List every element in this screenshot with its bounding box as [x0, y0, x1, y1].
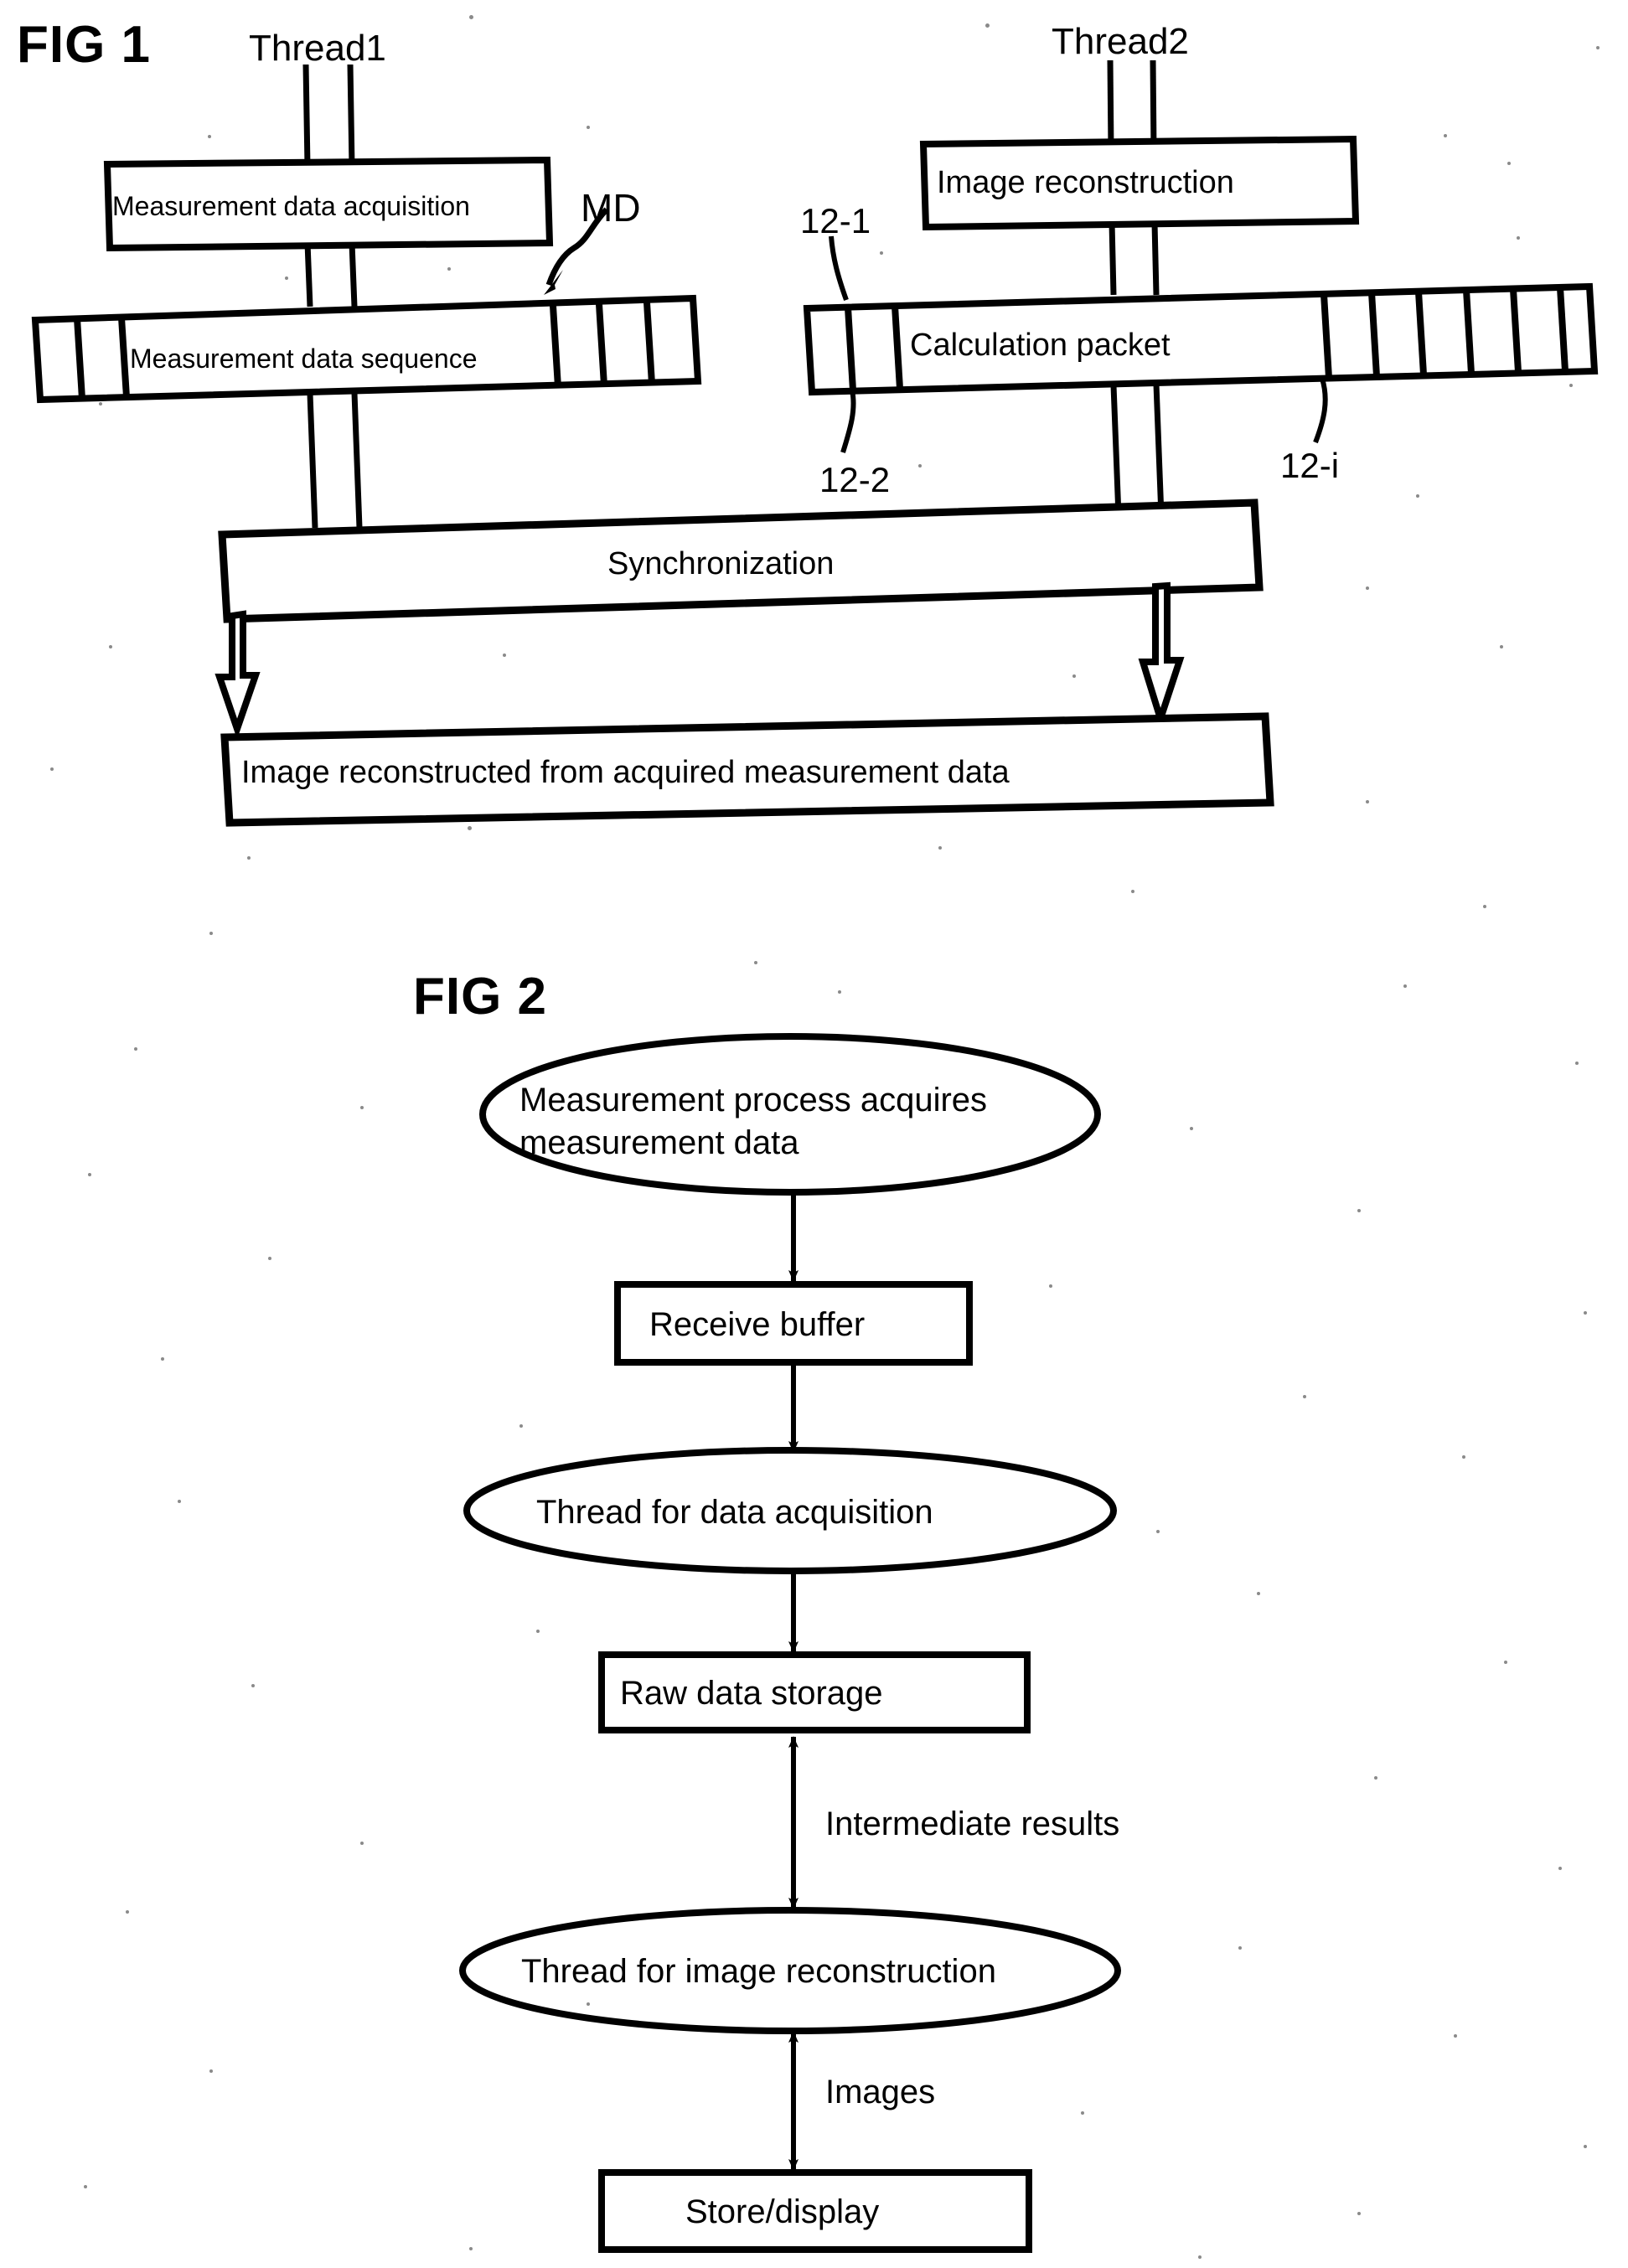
sync-to-result-arrow-left	[214, 610, 261, 740]
thread2-line-top	[1107, 59, 1157, 152]
ref-12-i-leader	[1313, 378, 1328, 444]
thread1-line-mid	[304, 242, 358, 307]
patent-figure-page: FIG 1 Thread1 Thread2 Measurement data a…	[0, 0, 1628, 2268]
receive-buffer-label: Receive buffer	[649, 1306, 865, 1343]
image-reconstruction-label: Image reconstruction	[937, 165, 1234, 200]
synchronization-label: Synchronization	[607, 546, 834, 581]
raw-data-storage-label: Raw data storage	[620, 1675, 883, 1712]
thread1-line-lower	[307, 392, 363, 529]
measurement-process-label-line2: measurement data	[519, 1124, 799, 1161]
thread-image-reconstruction-label: Thread for image reconstruction	[521, 1953, 996, 1990]
thread2-label: Thread2	[1052, 21, 1189, 62]
md-label: MD	[581, 186, 641, 230]
ref-12-i-label: 12-i	[1280, 446, 1339, 485]
thread2-line-lower	[1110, 384, 1165, 517]
sync-to-result-arrow-right	[1138, 581, 1185, 731]
ref-12-2-label: 12-2	[819, 460, 890, 499]
thread1-label: Thread1	[249, 28, 386, 69]
thread1-line-top	[302, 64, 355, 168]
ref-12-2-leader	[840, 390, 856, 453]
ref-12-1-leader	[829, 235, 849, 302]
ref-12-1-label: 12-1	[800, 201, 871, 240]
thread2-line-mid	[1109, 222, 1160, 296]
measurement-process-label-line1: Measurement process acquires	[519, 1082, 987, 1119]
result-label: Image reconstructed from acquired measur…	[241, 755, 1010, 790]
intermediate-results-label: Intermediate results	[825, 1806, 1119, 1842]
store-display-label: Store/display	[685, 2193, 879, 2230]
calculation-packet-label: Calculation packet	[910, 328, 1171, 363]
fig2-label: FIG 2	[413, 968, 547, 1026]
figures-canvas: FIG 1 Thread1 Thread2 Measurement data a…	[17, 16, 1599, 2253]
images-label: Images	[825, 2074, 935, 2110]
measurement-data-sequence-label: Measurement data sequence	[130, 344, 477, 374]
thread-data-acquisition-label: Thread for data acquisition	[536, 1494, 933, 1531]
fig1-label: FIG 1	[17, 16, 151, 74]
measurement-data-acquisition-label: Measurement data acquisition	[112, 191, 470, 221]
